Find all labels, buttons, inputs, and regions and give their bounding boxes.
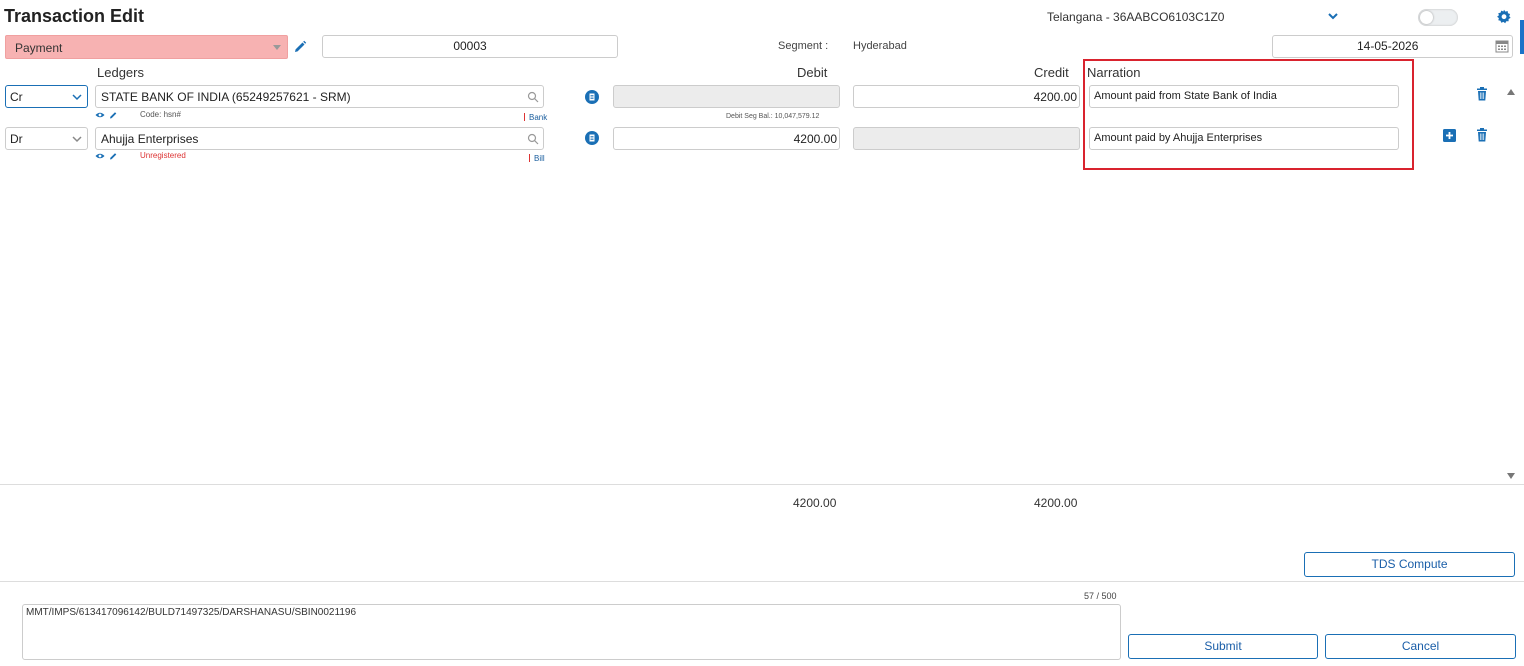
crdr-value: Cr — [10, 90, 23, 104]
cancel-button[interactable]: Cancel — [1325, 634, 1516, 659]
bank-narration-textarea[interactable]: MMT/IMPS/613417096142/BULD71497325/DARSH… — [22, 604, 1121, 660]
ledger-value: STATE BANK OF INDIA (65249257621 - SRM) — [101, 90, 351, 104]
tag-bar — [524, 113, 525, 121]
chevron-down-icon — [72, 136, 82, 143]
debit-input[interactable] — [613, 85, 840, 108]
document-icon[interactable] — [585, 131, 599, 145]
debit-input[interactable]: 4200.00 — [613, 127, 840, 150]
pencil-icon[interactable] — [108, 152, 118, 160]
total-debit: 4200.00 — [793, 496, 837, 510]
debit-header: Debit — [797, 65, 828, 80]
eye-icon[interactable] — [95, 111, 105, 119]
tds-compute-button[interactable]: TDS Compute — [1304, 552, 1515, 577]
eye-icon[interactable] — [95, 152, 105, 160]
voucher-type-value: Payment — [15, 41, 63, 55]
narration-highlight-box — [1083, 59, 1414, 170]
search-icon[interactable] — [527, 91, 539, 103]
submit-button[interactable]: Submit — [1128, 634, 1318, 659]
chevron-down-icon[interactable] — [1326, 9, 1340, 23]
segment-value: Hyderabad — [853, 40, 907, 52]
crdr-select[interactable]: Cr — [5, 85, 88, 108]
ledger-tag-label: Bank — [529, 113, 548, 122]
ledger-tag-label: Bill — [534, 154, 545, 163]
side-panel-edge[interactable] — [1520, 20, 1524, 54]
toggle-knob — [1420, 11, 1433, 24]
crdr-value: Dr — [10, 132, 23, 146]
debit-seg-balance: Debit Seg Bal.: 10,047,579.12 — [726, 113, 820, 120]
calendar-icon[interactable] — [1495, 39, 1509, 53]
pencil-icon[interactable] — [293, 40, 307, 54]
tag-bar — [529, 154, 530, 162]
scroll-down-icon[interactable] — [1506, 472, 1516, 480]
scroll-up-icon[interactable] — [1506, 88, 1516, 96]
ledger-input[interactable]: Ahujja Enterprises — [95, 127, 544, 150]
ledger-code-text: Code: hsn# — [140, 110, 181, 119]
char-counter: 57 / 500 — [1084, 591, 1117, 601]
caret-down-icon — [273, 45, 281, 50]
ledgers-header: Ledgers — [97, 65, 144, 80]
gstin-selector-label[interactable]: Telangana - 36AABCO6103C1Z0 — [1047, 10, 1224, 24]
pencil-icon[interactable] — [108, 111, 118, 119]
credit-input[interactable] — [853, 127, 1080, 150]
chevron-down-icon — [72, 94, 82, 101]
voucher-number-field[interactable]: 00003 — [322, 35, 618, 58]
search-icon[interactable] — [527, 133, 539, 145]
trash-icon[interactable] — [1476, 87, 1488, 101]
totals-divider — [0, 484, 1524, 485]
total-credit: 4200.00 — [1034, 496, 1078, 510]
credit-input[interactable]: 4200.00 — [853, 85, 1080, 108]
trash-icon[interactable] — [1476, 128, 1488, 142]
gear-icon[interactable] — [1496, 9, 1512, 25]
document-icon[interactable] — [585, 90, 599, 104]
ledger-value: Ahujja Enterprises — [101, 132, 199, 146]
ledger-tag: Bill — [529, 154, 545, 163]
footer-divider — [0, 581, 1524, 582]
ledger-tag: Bank — [524, 113, 547, 122]
date-field[interactable]: 14-05-2026 — [1272, 35, 1513, 58]
page-title: Transaction Edit — [4, 6, 145, 26]
ledger-input[interactable]: STATE BANK OF INDIA (65249257621 - SRM) — [95, 85, 544, 108]
mode-toggle[interactable] — [1418, 9, 1458, 26]
crdr-select[interactable]: Dr — [5, 127, 88, 150]
add-row-icon[interactable] — [1443, 129, 1456, 142]
gst-status-text: Unregistered — [140, 151, 186, 160]
segment-label: Segment : — [778, 40, 829, 52]
voucher-type-select[interactable]: Payment — [5, 35, 288, 59]
credit-header: Credit — [1034, 65, 1069, 80]
